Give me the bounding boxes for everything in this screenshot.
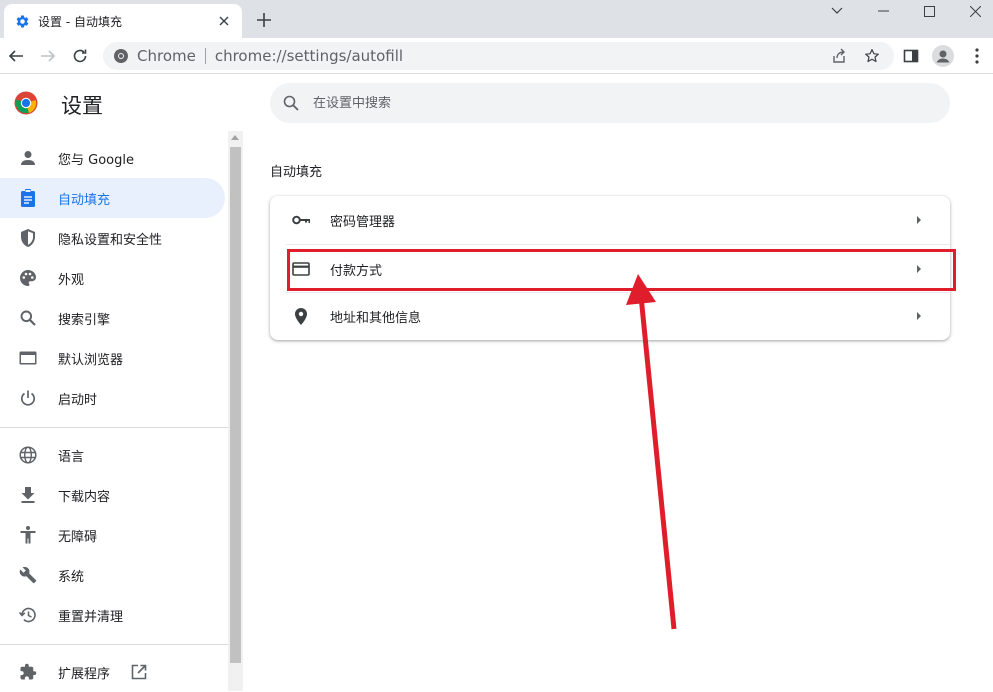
download-icon — [17, 484, 39, 506]
key-icon — [290, 209, 312, 231]
tab-title: 设置 - 自动填充 — [38, 14, 122, 29]
gear-icon — [14, 13, 30, 29]
sidebar-item-on-startup[interactable]: 启动时 — [0, 378, 225, 418]
sidebar-scrollbar[interactable] — [228, 131, 243, 691]
sidebar-item-extensions[interactable]: 扩展程序 — [0, 652, 225, 692]
url-text: chrome://settings/autofill — [214, 47, 404, 65]
address-bar[interactable]: Chrome chrome://settings/autofill — [103, 42, 894, 70]
restore-icon — [17, 604, 39, 626]
minimize-button[interactable] — [860, 0, 906, 22]
close-window-button[interactable] — [952, 0, 993, 22]
forward-button[interactable] — [36, 44, 60, 68]
chrome-site-icon — [113, 48, 129, 64]
share-icon[interactable] — [827, 44, 851, 68]
sidebar-divider — [0, 427, 228, 428]
settings-header: 设置 — [0, 75, 993, 131]
sidebar-item-label: 下载内容 — [58, 489, 111, 505]
password-manager-row[interactable]: 密码管理器 — [270, 196, 950, 244]
sidebar-item-label: 自动填充 — [58, 192, 111, 208]
sidebar-item-label: 外观 — [58, 272, 85, 288]
browser-icon — [17, 347, 39, 369]
sidebar-item-label: 默认浏览器 — [58, 352, 124, 368]
location-pin-icon — [290, 305, 312, 327]
external-link-icon — [131, 664, 147, 680]
maximize-button[interactable] — [906, 0, 952, 22]
addresses-row[interactable]: 地址和其他信息 — [270, 292, 950, 340]
sidebar-item-label: 语言 — [58, 449, 85, 465]
arrow-right-icon — [914, 311, 924, 321]
sidebar-item-label: 您与 Google — [58, 152, 134, 168]
sidebar-item-system[interactable]: 系统 — [0, 555, 225, 595]
sidebar-item-downloads[interactable]: 下载内容 — [0, 475, 225, 515]
sidebar-item-autofill[interactable]: 自动填充 — [0, 178, 225, 218]
sidebar-item-label: 隐私设置和安全性 — [58, 232, 163, 248]
scrollbar-thumb[interactable] — [230, 147, 241, 663]
sidebar: 您与 Google 自动填充 隐私设置和安全性 外观 搜索引擎 默认浏览器 启动… — [0, 131, 228, 691]
sidebar-item-label: 系统 — [58, 569, 85, 585]
sidebar-item-label: 重置并清理 — [58, 609, 124, 625]
site-name: Chrome — [137, 47, 196, 65]
section-title: 自动填充 — [270, 165, 323, 180]
shield-icon — [17, 227, 39, 249]
reload-button[interactable] — [68, 44, 92, 68]
sidebar-item-label: 无障碍 — [58, 529, 98, 545]
row-label: 地址和其他信息 — [330, 310, 422, 326]
highlight-box — [287, 249, 956, 291]
accessibility-icon — [17, 524, 39, 546]
person-icon — [17, 147, 39, 169]
scroll-up-arrow-icon[interactable] — [231, 135, 239, 140]
browser-tab[interactable]: 设置 - 自动填充 — [4, 4, 242, 38]
new-tab-button[interactable] — [253, 9, 275, 31]
sidebar-item-privacy[interactable]: 隐私设置和安全性 — [0, 218, 225, 258]
sidebar-item-accessibility[interactable]: 无障碍 — [0, 515, 225, 555]
power-icon — [17, 387, 39, 409]
chevron-down-icon[interactable] — [814, 0, 860, 22]
autofill-icon — [17, 187, 39, 209]
omnibox-separator — [204, 48, 206, 64]
sidebar-item-default-browser[interactable]: 默认浏览器 — [0, 338, 225, 378]
profile-avatar-icon[interactable] — [931, 44, 955, 68]
row-label: 密码管理器 — [330, 214, 396, 230]
search-icon — [17, 307, 39, 329]
sidebar-item-label: 搜索引擎 — [58, 312, 111, 328]
page-title: 设置 — [61, 94, 103, 118]
back-button[interactable] — [4, 44, 28, 68]
sidebar-item-appearance[interactable]: 外观 — [0, 258, 225, 298]
side-panel-icon[interactable] — [899, 44, 923, 68]
chrome-logo-icon — [14, 91, 38, 115]
sidebar-item-languages[interactable]: 语言 — [0, 435, 225, 475]
sidebar-item-search-engine[interactable]: 搜索引擎 — [0, 298, 225, 338]
browser-toolbar: Chrome chrome://settings/autofill — [0, 38, 993, 74]
close-icon[interactable] — [216, 13, 232, 29]
sidebar-item-label: 扩展程序 — [58, 666, 111, 682]
tab-strip: 设置 - 自动填充 — [0, 0, 993, 38]
palette-icon — [17, 267, 39, 289]
bookmark-star-icon[interactable] — [860, 44, 884, 68]
sidebar-item-you-and-google[interactable]: 您与 Google — [0, 138, 225, 178]
settings-search[interactable] — [270, 83, 950, 123]
globe-icon — [17, 444, 39, 466]
search-icon — [283, 95, 299, 111]
wrench-icon — [17, 564, 39, 586]
puzzle-icon — [17, 661, 39, 683]
sidebar-item-label: 启动时 — [58, 392, 98, 408]
search-input[interactable] — [313, 95, 913, 111]
arrow-right-icon — [914, 215, 924, 225]
more-menu-icon[interactable] — [965, 44, 989, 68]
sidebar-item-reset[interactable]: 重置并清理 — [0, 595, 225, 635]
sidebar-divider — [0, 644, 228, 645]
